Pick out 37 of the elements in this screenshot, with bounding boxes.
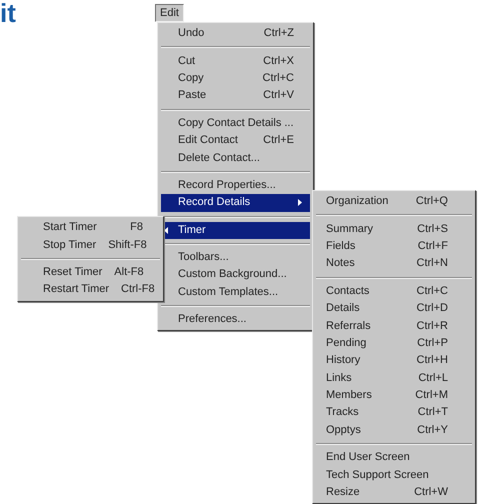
menu-item[interactable]: Record Details [161, 194, 310, 212]
menu-item[interactable]: Reset Timer Alt-F8 [21, 264, 160, 282]
menu-item[interactable]: Restart Timer Ctrl-F8 [21, 281, 160, 299]
menu-item[interactable]: Delete Contact... [161, 149, 310, 167]
menu-item[interactable]: Custom Background... [161, 266, 310, 284]
submenu-arrow-icon [298, 199, 302, 206]
menu-item[interactable]: Details Ctrl+D [316, 300, 472, 318]
menu-bar-item[interactable]: Edit [155, 4, 184, 22]
menu-item[interactable]: Tracks Ctrl+T [316, 404, 472, 422]
menu-item[interactable]: Contacts Ctrl+C [316, 282, 472, 300]
menu-item[interactable]: Members Ctrl+M [316, 386, 472, 404]
menu-item[interactable]: History Ctrl+H [316, 352, 472, 370]
menu-item[interactable]: Paste Ctrl+V [161, 87, 310, 105]
menu-item[interactable]: Custom Templates... [161, 284, 310, 302]
menu-item[interactable]: Start Timer F8 [21, 219, 160, 236]
menu-item[interactable]: Cut Ctrl+X [161, 52, 310, 70]
menu-item[interactable]: Copy Ctrl+C [161, 70, 310, 88]
menu-item[interactable]: Fields Ctrl+F [316, 238, 472, 256]
menu-item[interactable]: Resize Ctrl+W [316, 484, 472, 502]
menu-item[interactable]: End User Screen [316, 449, 472, 466]
menu-item[interactable]: Organization Ctrl+Q [316, 193, 472, 210]
menu-item[interactable]: Record Properties... [161, 176, 310, 194]
menu-item[interactable]: Summary Ctrl+S [316, 220, 472, 238]
menu-item[interactable]: Preferences... [161, 311, 310, 328]
menu-item[interactable]: Stop Timer Shift-F8 [21, 236, 160, 254]
menu-item[interactable]: Pending Ctrl+P [316, 334, 472, 352]
menu-item[interactable]: Copy Contact Details ... [161, 114, 310, 132]
menu-item[interactable]: Notes Ctrl+N [316, 255, 472, 273]
menu-item[interactable]: Toolbars... [161, 248, 310, 266]
menu-item[interactable]: Edit Contact Ctrl+E [161, 132, 310, 150]
menu-item[interactable]: Opptys Ctrl+Y [316, 422, 472, 440]
menu-item[interactable]: Undo Ctrl+Z [161, 25, 310, 42]
submenu-arrow-icon [164, 226, 168, 234]
menu-item[interactable]: Tech Support Screen [316, 466, 472, 484]
page-heading: it [0, 0, 16, 26]
menu-item[interactable]: Referrals Ctrl+R [316, 317, 472, 335]
menu-item[interactable]: Links Ctrl+L [316, 370, 472, 387]
